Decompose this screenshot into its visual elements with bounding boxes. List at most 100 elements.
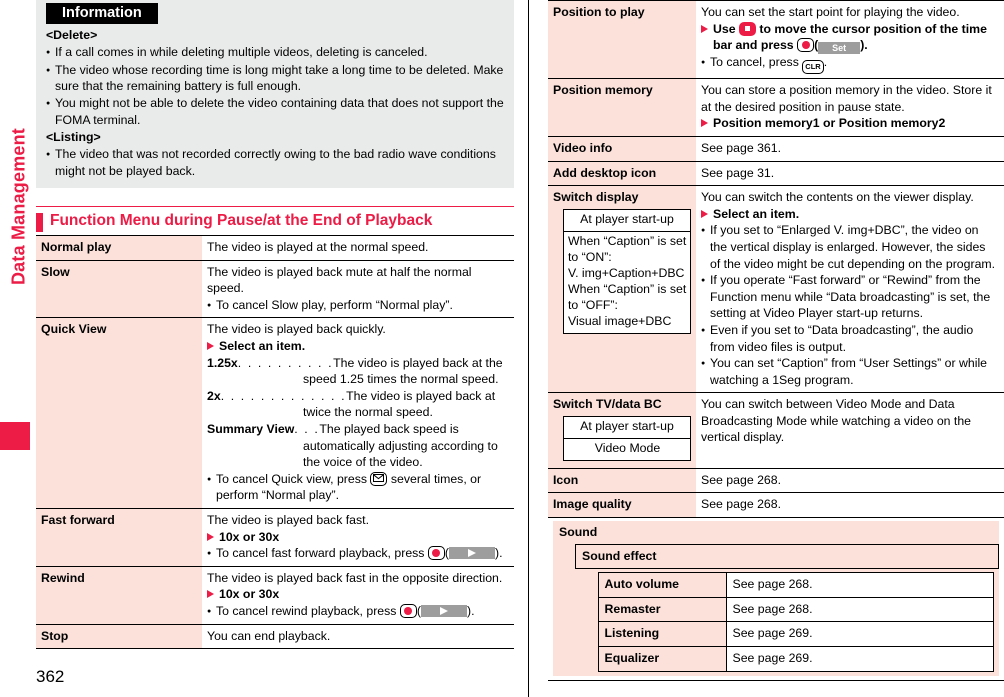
center-key-icon <box>797 38 815 53</box>
desc-bullet: To cancel fast forward playback, press (… <box>207 545 509 562</box>
arrow-pre: Use <box>713 21 736 36</box>
quick-view-option: Summary View. . .The played back speed i… <box>207 421 509 471</box>
table-row: Stop You can end playback. <box>36 623 514 650</box>
table-row: Rewind The video is played back fast in … <box>36 565 514 625</box>
option-text: The video is played back at the speed 1.… <box>303 355 503 387</box>
desc-text: You can store a position memory in the v… <box>701 83 992 114</box>
desc-bullet: To cancel Slow play, perform “Normal pla… <box>207 297 509 314</box>
table-row: Icon See page 268. <box>548 467 1004 493</box>
manual-page: Data Management 362 Information <Delete>… <box>0 0 1004 697</box>
section-heading: Function Menu during Pause/at the End of… <box>36 206 514 235</box>
row-term: Equalizer <box>597 646 727 672</box>
term-text: Switch display <box>553 190 639 205</box>
mail-key-icon <box>370 471 388 486</box>
sound-effect-wrapper: Sound effect Auto volume See page 268. R… <box>559 543 999 676</box>
option-label: 2x <box>207 388 221 403</box>
table-row: Switch TV/data BC At player start-up Vid… <box>548 392 1004 469</box>
row-desc: You can set the start point for playing … <box>696 0 1004 79</box>
clr-key-icon: CLR <box>802 60 824 75</box>
desc-text: See page 268. <box>701 472 782 487</box>
desc-bullet: You can set “Caption” from “User Setting… <box>701 355 999 388</box>
row-desc: See page 269. <box>725 621 994 647</box>
center-key-dot <box>404 606 413 615</box>
right-column: Position to play You can set the start p… <box>548 0 1004 681</box>
function-menu-table-left: Normal play The video is played at the n… <box>36 235 514 650</box>
desc-text: You can set the start point for playing … <box>701 5 960 19</box>
row-term: Quick View <box>36 317 202 509</box>
row-desc: See page 361. <box>696 135 1004 162</box>
row-desc: The video is played at the normal speed. <box>202 235 514 261</box>
desc-text: The video is played back quickly. <box>207 322 386 337</box>
bullet-post: ). <box>466 603 475 618</box>
desc-arrow-step: Position memory1 or Position memory2 <box>701 115 999 132</box>
bullet-post: ). <box>495 546 503 561</box>
quick-view-option: 2x. . . . . . . . . . . . .The video is … <box>207 388 509 421</box>
section-accent-bar <box>36 213 43 233</box>
player-startup-minitable: At player start-up When “Caption” is set… <box>563 208 691 334</box>
sidebar-chapter-label: Data Management <box>8 127 29 286</box>
sidebar-tab-marker <box>0 422 30 450</box>
bullet-pre: To cancel rewind playback, press <box>216 603 397 618</box>
row-term: Fast forward <box>36 508 202 567</box>
table-row: Image quality See page 268. <box>548 492 1004 518</box>
sound-term: Sound <box>559 525 598 540</box>
desc-bullet: To cancel, press CLR. <box>701 54 999 75</box>
sound-group-cell: Sound Sound effect Auto volume See page … <box>548 517 1004 681</box>
arrow-post: ). <box>860 38 868 53</box>
option-dots: . . . <box>294 422 320 437</box>
information-bullet: The video whose recording time is long m… <box>46 62 504 95</box>
desc-text: See page 268. <box>701 497 782 512</box>
center-key-icon <box>427 546 445 561</box>
sound-effect-group-head: Sound effect <box>575 543 999 570</box>
row-term: Video info <box>548 135 696 162</box>
play-softkey-icon <box>449 547 495 560</box>
table-row: Normal play The video is played at the n… <box>36 235 514 261</box>
row-term: Normal play <box>36 235 202 261</box>
row-term: Position to play <box>548 0 696 79</box>
desc-text: See page 361. <box>701 140 782 155</box>
option-dots: . . . . . . . . . . <box>237 355 334 370</box>
table-row: Equalizer See page 269. <box>597 646 994 672</box>
play-triangle-icon <box>439 606 448 615</box>
table-row: Video info See page 361. <box>548 135 1004 162</box>
table-row: Sound effect <box>575 543 999 570</box>
desc-bullet: Even if you set to “Data broadcasting”, … <box>701 322 999 355</box>
minitable-body: When “Caption” is set to “ON”: V. img+Ca… <box>564 232 690 333</box>
desc-arrow-step: 10x or 30x <box>207 586 509 603</box>
sound-effect-table: Sound effect Auto volume See page 268. R… <box>575 543 999 676</box>
play-triangle-icon <box>468 549 476 558</box>
row-desc: You can store a position memory in the v… <box>696 78 1004 137</box>
information-bullet: You might not be able to delete the vide… <box>46 95 504 128</box>
row-desc: You can switch the contents on the viewe… <box>696 185 1004 393</box>
information-title: Information <box>46 3 158 24</box>
information-heading-listing: <Listing> <box>46 130 101 145</box>
minitable-body-text: When “Caption” is set to “ON”: V. img+Ca… <box>568 233 687 328</box>
desc-bullet: To cancel Quick view, press several time… <box>207 471 509 504</box>
information-heading-delete: <Delete> <box>46 28 98 42</box>
term-text: Switch TV/data BC <box>553 397 662 412</box>
multi-cursor-key-icon <box>738 21 756 36</box>
desc-text: You can switch the contents on the viewe… <box>701 190 974 205</box>
option-label: 1.25x <box>207 355 238 370</box>
row-desc: See page 268. <box>696 467 1004 493</box>
row-term: Auto volume <box>597 572 727 598</box>
table-row: Fast forward The video is played back fa… <box>36 508 514 567</box>
row-desc: See page 268. <box>696 492 1004 518</box>
desc-text: The video is played back fast. <box>207 513 369 527</box>
desc-text: The video is played back mute at half th… <box>207 264 472 296</box>
desc-text: You can end playback. <box>207 628 331 643</box>
option-text: The played back speed is automatically a… <box>303 422 498 470</box>
sidebar-chapter-tab: Data Management <box>0 0 36 697</box>
sound-effect-rows: Auto volume See page 268. Remaster See p… <box>581 572 994 672</box>
row-desc: The video is played back mute at half th… <box>202 259 514 318</box>
minitable-header: At player start-up <box>564 417 690 439</box>
table-row: Sound Sound effect Auto volume See page … <box>548 517 1004 681</box>
desc-bullet: To cancel rewind playback, press (). <box>207 603 509 620</box>
desc-text: See page 31. <box>701 165 775 180</box>
desc-text: The video is played at the normal speed. <box>207 240 429 255</box>
bullet-pre: To cancel Quick view, press <box>216 471 368 486</box>
row-term: Icon <box>548 467 696 493</box>
table-row: Switch display At player start-up When “… <box>548 185 1004 393</box>
player-startup-minitable: At player start-up Video Mode <box>563 415 691 461</box>
bullet-pre: To cancel fast forward playback, press <box>216 546 425 561</box>
